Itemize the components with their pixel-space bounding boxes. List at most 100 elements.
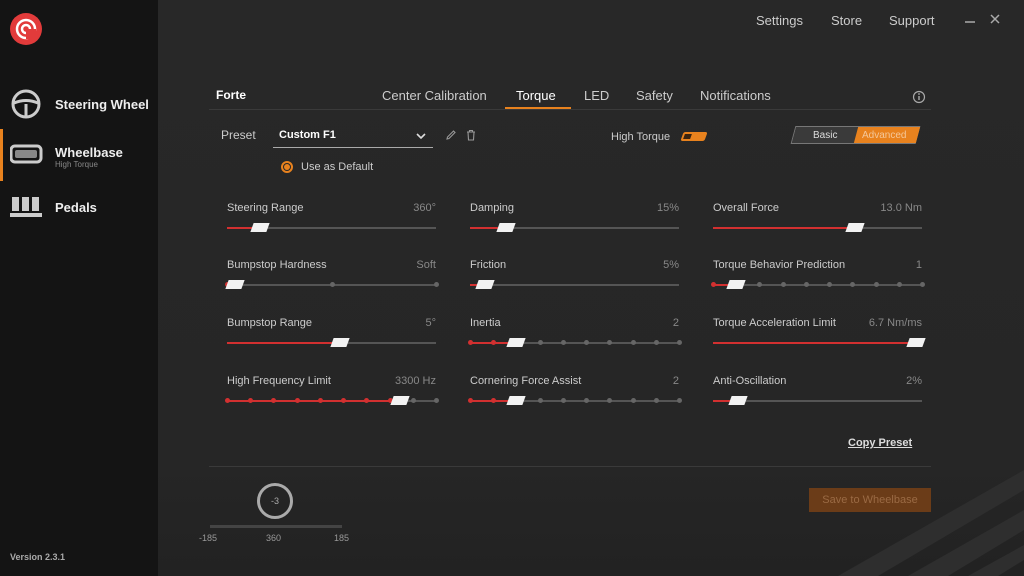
copy-preset-link[interactable]: Copy Preset: [848, 437, 912, 449]
info-icon[interactable]: [912, 90, 926, 109]
sidebar-item-steering-wheel[interactable]: Steering Wheel: [0, 78, 158, 130]
slider-thumb[interactable]: [726, 280, 746, 289]
slider-step-dot: [330, 282, 335, 287]
slider-step-dot: [538, 340, 543, 345]
save-to-wheelbase-button[interactable]: Save to Wheelbase: [809, 488, 931, 512]
slider-step-dot: [318, 398, 323, 403]
slider-step-dot: [584, 340, 589, 345]
slider-step-dot: [781, 282, 786, 287]
slider-step-dot: [341, 398, 346, 403]
slider-thumb[interactable]: [906, 338, 926, 347]
slider-step-dot: [561, 340, 566, 345]
slider-thumb[interactable]: [330, 338, 350, 347]
app-logo: [10, 13, 42, 45]
rotation-max-label: 185: [334, 533, 350, 543]
slider-value: 2: [672, 375, 679, 387]
slider-step-dot: [584, 398, 589, 403]
rotation-mid-label: 360: [266, 533, 282, 543]
slider-track[interactable]: [470, 284, 679, 286]
trash-icon[interactable]: [465, 128, 477, 146]
slider-thumb[interactable]: [225, 280, 245, 289]
slider-value: 1: [915, 259, 922, 271]
preset-dropdown[interactable]: Custom F1: [273, 124, 433, 148]
sidebar-item-label: Steering Wheel: [55, 97, 149, 112]
slider-thumb[interactable]: [506, 338, 526, 347]
tab-torque[interactable]: Torque: [516, 88, 556, 103]
slider-step-dot: [920, 282, 925, 287]
slider-step-dot: [827, 282, 832, 287]
slider-label: High Frequency Limit: [227, 375, 331, 387]
slider-step-dot: [411, 398, 416, 403]
slider-step-dot: [225, 398, 230, 403]
preset-label: Preset: [221, 128, 256, 142]
slider-step-dot: [757, 282, 762, 287]
slider-thumb[interactable]: [475, 280, 495, 289]
slider-step-dot: [607, 398, 612, 403]
slider-label: Bumpstop Range: [227, 317, 312, 329]
slider-value: 5°: [425, 317, 436, 329]
close-icon[interactable]: [989, 12, 1001, 28]
slider-value: 15%: [656, 202, 679, 214]
high-torque-toggle[interactable]: [680, 132, 708, 141]
use-default-label: Use as Default: [301, 161, 374, 173]
use-default-radio[interactable]: [281, 161, 293, 173]
bottom-divider: [209, 466, 931, 467]
slider-thumb[interactable]: [506, 396, 526, 405]
slider-thumb[interactable]: [845, 223, 865, 232]
slider-fill: [713, 342, 922, 344]
slider-label: Anti-Oscillation: [713, 375, 787, 387]
slider-step-dot: [631, 398, 636, 403]
tab-center-calibration[interactable]: Center Calibration: [382, 88, 487, 103]
slider-value: 3300 Hz: [395, 375, 436, 387]
slider-value: 5%: [663, 259, 679, 271]
slider-value: Soft: [416, 259, 436, 271]
slider-label: Damping: [470, 202, 515, 214]
slider-thumb[interactable]: [250, 223, 270, 232]
sidebar: Steering Wheel Wheelbase High Torque Ped…: [0, 0, 158, 576]
slider-label: Cornering Force Assist: [470, 375, 582, 387]
slider-step-dot: [897, 282, 902, 287]
minimize-icon[interactable]: [964, 10, 976, 27]
slider-value: 2: [672, 317, 679, 329]
slider-track[interactable]: [713, 284, 922, 286]
high-torque-label: High Torque: [611, 131, 671, 143]
slider-label: Overall Force: [713, 202, 780, 214]
slider-step-dot: [874, 282, 879, 287]
slider-thumb[interactable]: [496, 223, 516, 232]
slider-step-dot: [631, 340, 636, 345]
slider-thumb[interactable]: [728, 396, 748, 405]
slider-thumb[interactable]: [390, 396, 410, 405]
slider-step-dot: [711, 282, 716, 287]
slider-label: Torque Behavior Prediction: [713, 259, 846, 271]
settings-link[interactable]: Settings: [756, 13, 803, 28]
slider-step-dot: [607, 340, 612, 345]
slider-step-dot: [434, 398, 439, 403]
tab-safety[interactable]: Safety: [636, 88, 673, 103]
edit-icon[interactable]: [445, 128, 457, 146]
tabs-divider: [209, 109, 931, 110]
store-link[interactable]: Store: [831, 13, 862, 28]
slider-step-dot: [491, 340, 496, 345]
sidebar-item-wheelbase[interactable]: Wheelbase High Torque: [0, 129, 158, 181]
slider-step-dot: [677, 398, 682, 403]
steering-wheel-icon: [10, 88, 42, 125]
active-tab-indicator: [505, 107, 571, 109]
slider-step-dot: [248, 398, 253, 403]
slider-step-dot: [468, 340, 473, 345]
preset-value: Custom F1: [279, 129, 336, 141]
slider-step-dot: [561, 398, 566, 403]
mode-advanced-label: Advanced: [862, 130, 907, 141]
version-text: Version 2.3.1: [10, 552, 66, 562]
device-title: Forte: [216, 88, 246, 102]
slider-value: 360°: [413, 202, 436, 214]
slider-fill: [713, 227, 855, 229]
slider-step-dot: [654, 398, 659, 403]
slider-step-dot: [538, 398, 543, 403]
slider-step-dot: [654, 340, 659, 345]
sidebar-item-pedals[interactable]: Pedals: [0, 181, 158, 233]
support-link[interactable]: Support: [889, 13, 935, 28]
slider-label: Steering Range: [227, 202, 304, 214]
tab-notifications[interactable]: Notifications: [700, 88, 771, 103]
tab-led[interactable]: LED: [584, 88, 609, 103]
slider-step-dot: [434, 282, 439, 287]
